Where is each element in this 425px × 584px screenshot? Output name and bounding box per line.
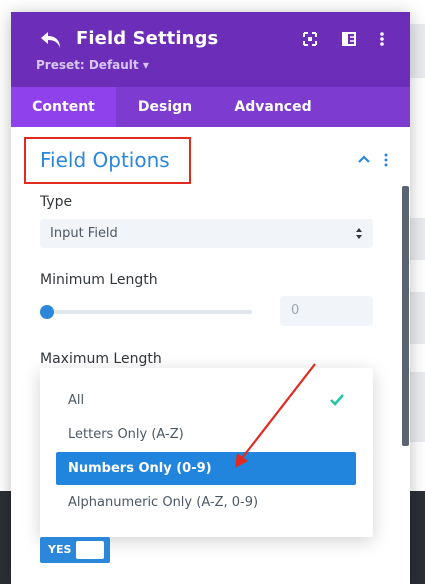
min-length-slider-thumb[interactable] — [40, 305, 54, 319]
min-length-label: Minimum Length — [40, 272, 158, 288]
type-select[interactable]: Input Field — [40, 219, 373, 248]
background-strip — [409, 218, 425, 260]
select-arrows-icon — [356, 228, 362, 239]
yes-toggle[interactable]: YES — [40, 537, 110, 563]
background-strip — [409, 372, 425, 442]
more-icon[interactable] — [372, 29, 392, 49]
expand-icon[interactable] — [300, 29, 320, 49]
scrollbar[interactable] — [402, 186, 409, 446]
checkmark-icon — [330, 394, 344, 406]
tab-bar: Content Design Advanced — [11, 87, 410, 127]
type-label: Type — [40, 194, 73, 210]
panel-title: Field Settings — [76, 28, 219, 49]
min-length-input[interactable]: 0 — [280, 296, 373, 326]
option-alphanumeric-only[interactable]: Alphanumeric Only (A-Z, 0-9) — [56, 486, 356, 519]
background-strip — [409, 24, 425, 78]
preset-dropdown[interactable]: Preset: Default ▾ — [36, 58, 149, 72]
section-more-icon[interactable] — [383, 153, 389, 167]
chevron-up-icon[interactable] — [357, 154, 371, 164]
tab-advanced[interactable]: Advanced — [214, 87, 332, 127]
min-length-slider-track[interactable] — [40, 310, 252, 314]
sidebar-layout-icon[interactable] — [339, 29, 359, 49]
back-icon[interactable] — [39, 29, 63, 51]
toggle-label: YES — [48, 543, 72, 556]
background-strip — [409, 292, 425, 344]
annotation-arrow — [235, 363, 316, 468]
field-settings-panel: Field Settings Preset: Default ▾ Content… — [11, 12, 410, 584]
tab-content[interactable]: Content — [11, 87, 116, 127]
type-select-value: Input Field — [50, 226, 118, 241]
toggle-knob — [76, 541, 104, 559]
max-length-label: Maximum Length — [40, 351, 162, 367]
panel-header: Field Settings Preset: Default ▾ — [11, 12, 410, 87]
highlight-box — [24, 137, 191, 184]
tab-design[interactable]: Design — [116, 87, 214, 127]
